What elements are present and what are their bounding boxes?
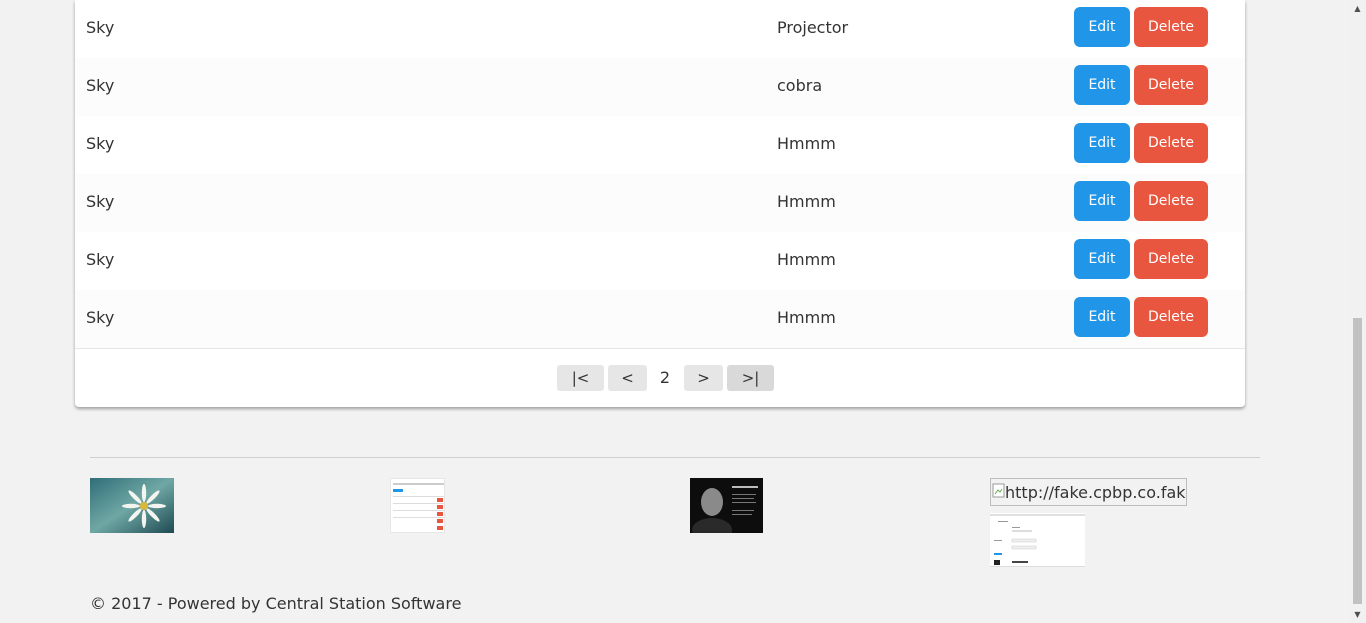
delete-button[interactable]: Delete	[1134, 181, 1208, 221]
row-item: cobra	[777, 76, 823, 95]
table-row: Sky Hmmm Edit Delete	[75, 290, 1245, 348]
table-row: Sky Projector Edit Delete	[75, 0, 1245, 58]
daisy-image	[90, 478, 174, 533]
records-card: Sky Projector Edit Delete Sky cobra Edit…	[75, 0, 1245, 407]
scroll-up-arrow-icon[interactable]: ▲	[1349, 0, 1366, 17]
app-screenshot-thumbnail[interactable]	[390, 478, 445, 533]
current-page-number: 2	[659, 368, 671, 387]
form-screenshot-thumbnail[interactable]	[990, 513, 1085, 567]
next-page-button[interactable]: >	[684, 365, 723, 391]
row-name: Sky	[86, 134, 115, 153]
row-item: Hmmm	[777, 192, 836, 211]
scrollbar-thumb[interactable]	[1353, 318, 1362, 604]
delete-button[interactable]: Delete	[1134, 297, 1208, 337]
edit-button[interactable]: Edit	[1074, 123, 1130, 163]
table-row: Sky Hmmm Edit Delete	[75, 116, 1245, 174]
daisy-thumbnail[interactable]	[90, 478, 174, 533]
delete-button[interactable]: Delete	[1134, 123, 1208, 163]
edit-button[interactable]: Edit	[1074, 7, 1130, 47]
table-row: Sky Hmmm Edit Delete	[75, 232, 1245, 290]
vertical-scrollbar[interactable]: ▲ ▼	[1349, 0, 1366, 623]
delete-button[interactable]: Delete	[1134, 7, 1208, 47]
row-item: Hmmm	[777, 250, 836, 269]
first-page-button[interactable]: |<	[557, 365, 604, 391]
form-screenshot-image	[990, 514, 1085, 567]
row-item: Hmmm	[777, 308, 836, 327]
copyright-text: © 2017 - Powered by Central Station Soft…	[90, 594, 462, 613]
edit-button[interactable]: Edit	[1074, 65, 1130, 105]
row-item: Projector	[777, 18, 849, 37]
row-name: Sky	[86, 18, 115, 37]
row-name: Sky	[86, 250, 115, 269]
edit-button[interactable]: Edit	[1074, 239, 1130, 279]
row-name: Sky	[86, 76, 115, 95]
edit-button[interactable]: Edit	[1074, 181, 1130, 221]
row-name: Sky	[86, 192, 115, 211]
card-divider	[75, 348, 1245, 349]
delete-button[interactable]: Delete	[1134, 65, 1208, 105]
row-item: Hmmm	[777, 134, 836, 153]
footer-divider	[90, 457, 1260, 458]
delete-button[interactable]: Delete	[1134, 239, 1208, 279]
portrait-image	[690, 478, 763, 533]
edit-button[interactable]: Edit	[1074, 297, 1130, 337]
last-page-button[interactable]: >|	[727, 365, 774, 391]
broken-image-icon	[992, 483, 1005, 498]
app-screenshot-image	[393, 483, 444, 530]
table-row: Sky cobra Edit Delete	[75, 58, 1245, 116]
row-name: Sky	[86, 308, 115, 327]
table-row: Sky Hmmm Edit Delete	[75, 174, 1245, 232]
portrait-thumbnail[interactable]	[690, 478, 763, 533]
broken-image[interactable]: http://fake.cpbp.co.fake	[990, 478, 1187, 506]
prev-page-button[interactable]: <	[608, 365, 647, 391]
scroll-down-arrow-icon[interactable]: ▼	[1349, 606, 1366, 623]
broken-image-alt-text: http://fake.cpbp.co.fake	[1005, 483, 1187, 502]
